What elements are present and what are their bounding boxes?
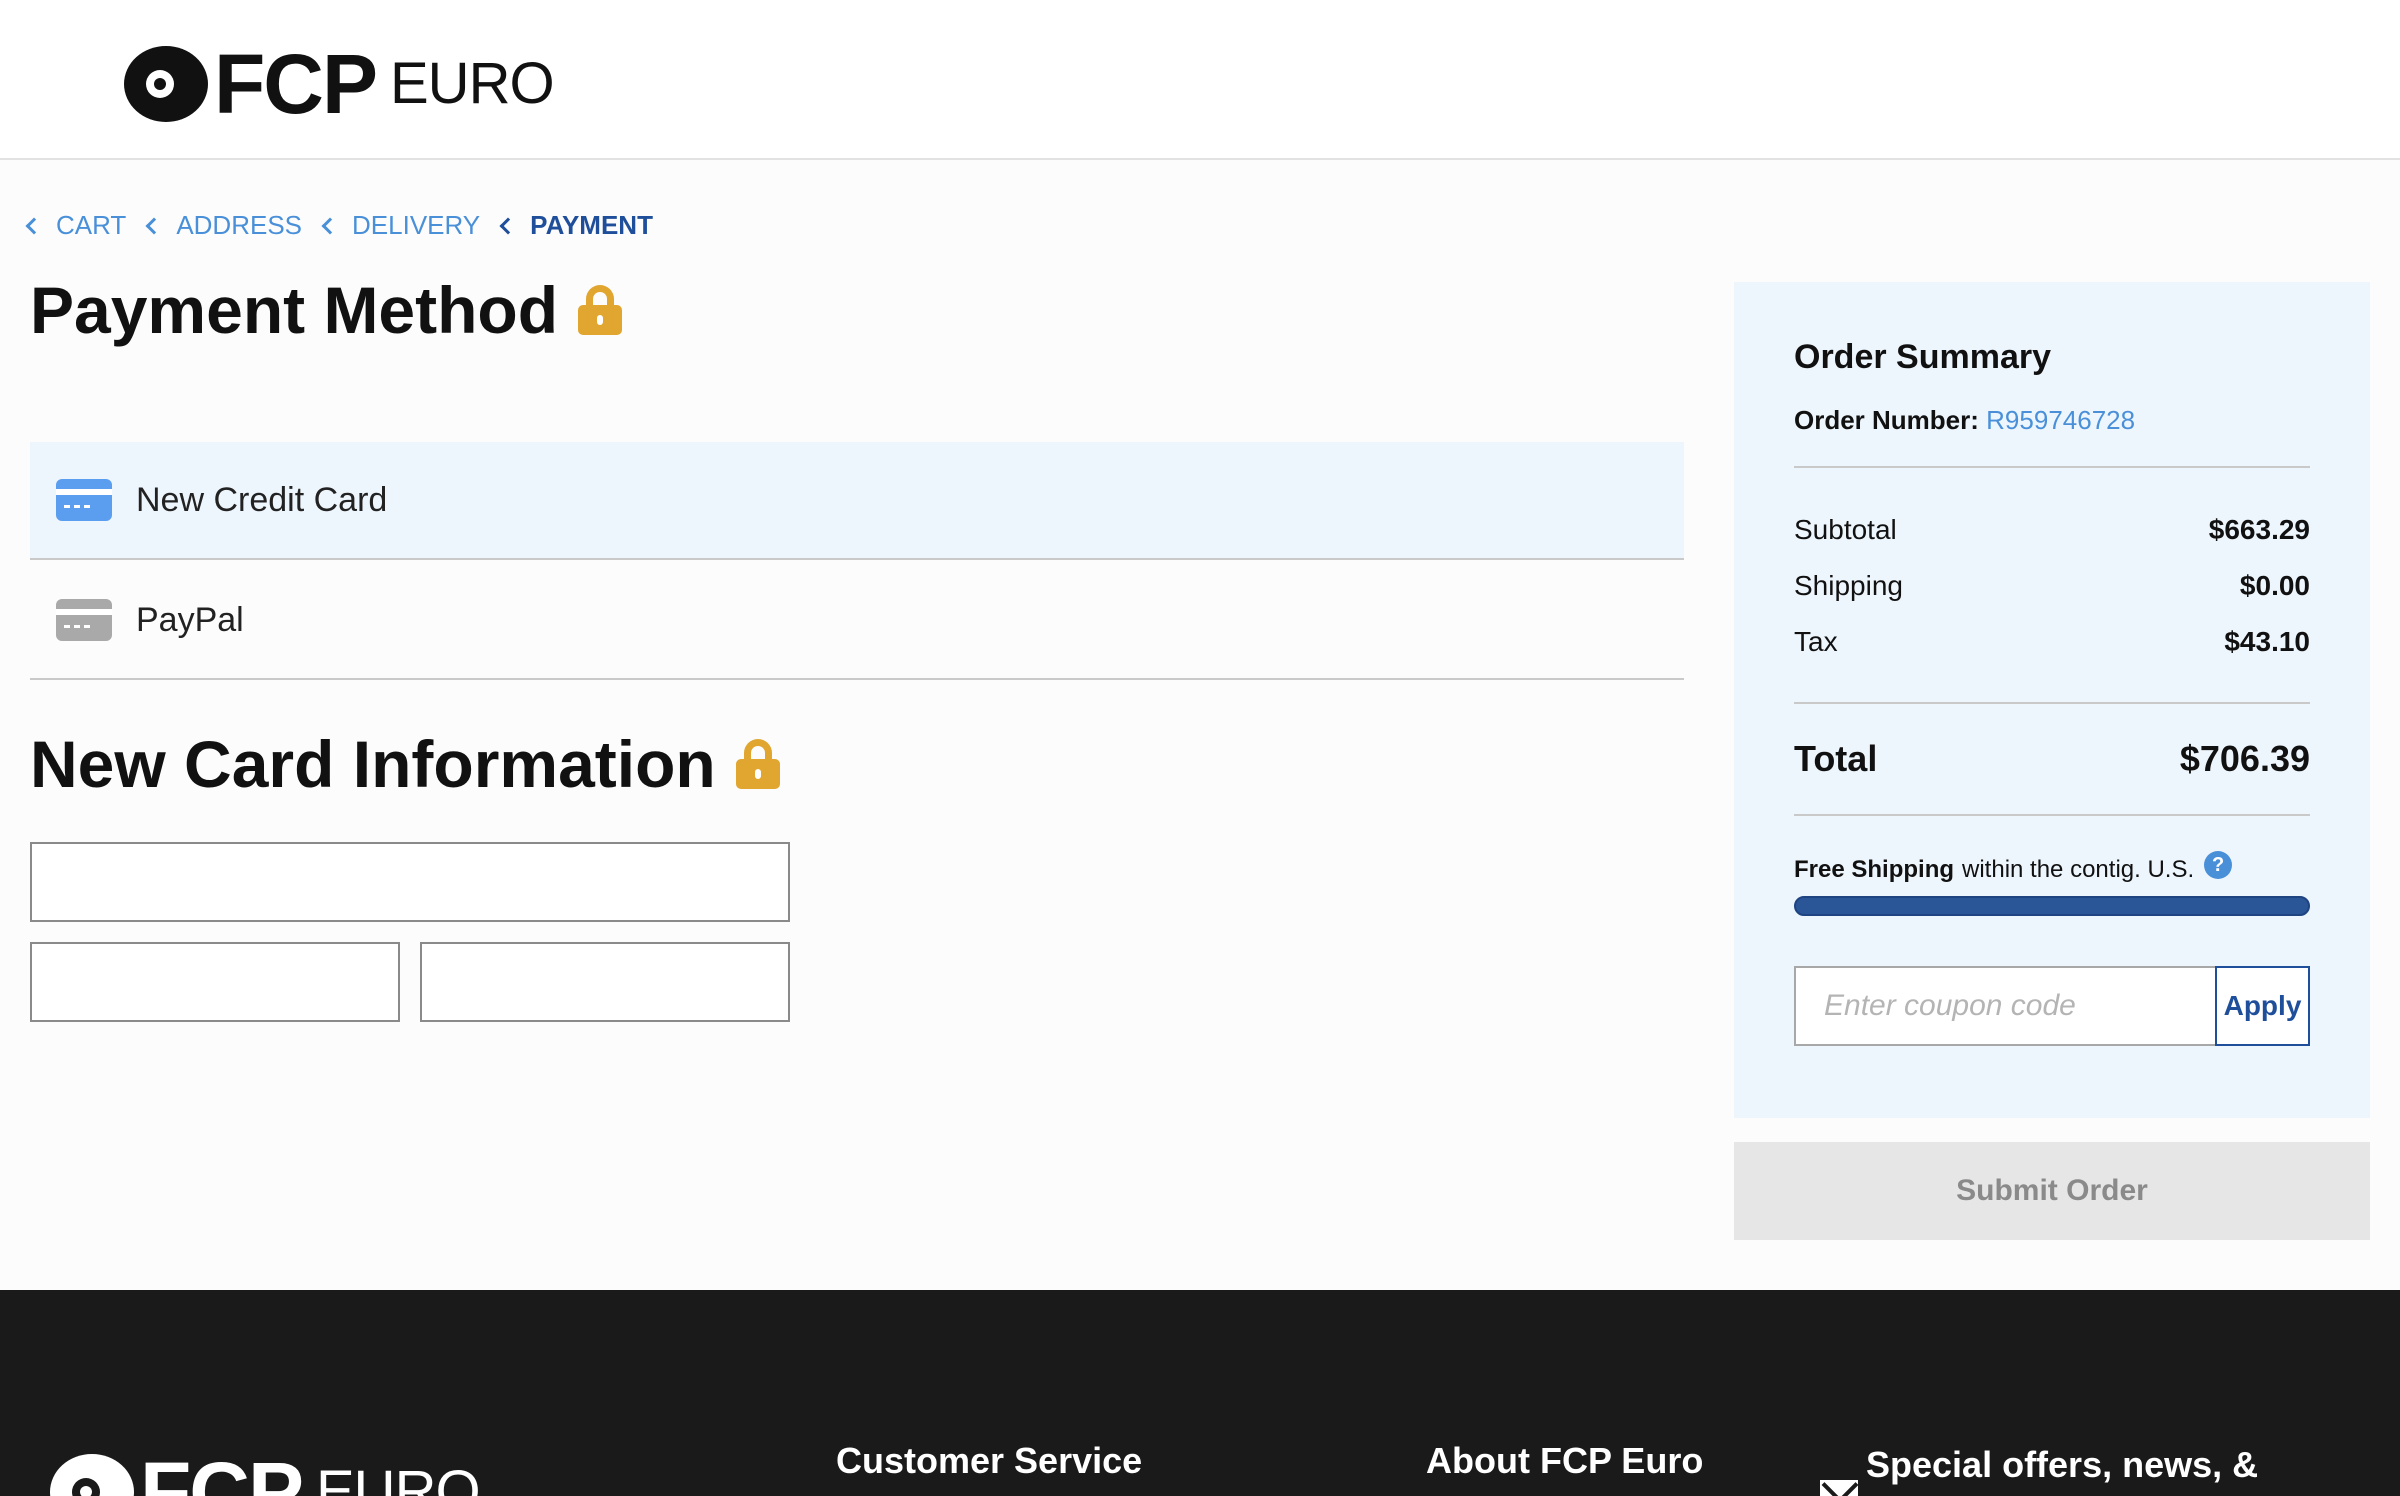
logo-text-main: FCP xyxy=(214,37,378,131)
breadcrumb-label: DELIVERY xyxy=(352,210,481,240)
lock-icon xyxy=(735,739,780,789)
breadcrumb-delivery[interactable]: DELIVERY xyxy=(321,210,481,241)
order-number-value[interactable]: R959746728 xyxy=(1986,405,2135,435)
coupon-input[interactable] xyxy=(1794,966,2215,1046)
order-number: Order Number: R959746728 xyxy=(1794,405,2310,436)
footer-heading-customer-service: Customer Service xyxy=(836,1440,1143,1481)
logo-text-sub: EURO xyxy=(390,51,555,116)
order-number-label: Order Number: xyxy=(1794,405,1979,435)
tax-label: Tax xyxy=(1794,626,1838,657)
payment-option-credit-card[interactable]: New Credit Card xyxy=(30,442,1684,560)
payment-method-heading: Payment Method xyxy=(30,272,623,348)
fcp-euro-logo[interactable]: FCP EURO xyxy=(124,37,555,131)
tax-row: Tax $43.10 xyxy=(1794,626,2310,658)
subtotal-value: $663.29 xyxy=(2208,514,2310,545)
logo-mark-icon xyxy=(124,46,208,122)
shipping-row: Shipping $0.00 xyxy=(1794,570,2310,602)
submit-order-button[interactable]: Submit Order xyxy=(1734,1142,2370,1240)
breadcrumb-payment[interactable]: PAYMENT xyxy=(499,210,653,241)
breadcrumb-label: PAYMENT xyxy=(530,210,653,240)
shipping-label: Shipping xyxy=(1794,570,1903,601)
free-shipping-note: Free Shipping within the contig. U.S. ? xyxy=(1794,851,2310,884)
divider xyxy=(1794,814,2310,816)
card-cvv-field[interactable] xyxy=(420,942,790,1022)
total-label: Total xyxy=(1794,738,1878,779)
divider xyxy=(1794,702,2310,704)
payment-option-label: PayPal xyxy=(136,600,244,639)
divider xyxy=(1794,466,2310,468)
chevron-left-icon xyxy=(25,217,43,235)
credit-card-icon xyxy=(56,479,112,521)
total-value: $706.39 xyxy=(2179,738,2310,779)
apply-coupon-button[interactable]: Apply xyxy=(2215,966,2310,1046)
total-row: Total $706.39 xyxy=(1794,738,2310,780)
breadcrumb: CART ADDRESS DELIVERY PAYMENT xyxy=(25,210,675,241)
chevron-left-icon xyxy=(145,217,163,235)
shipping-value: $0.00 xyxy=(2239,570,2310,601)
order-summary-title: Order Summary xyxy=(1794,338,2051,376)
chevron-left-icon xyxy=(499,217,517,235)
order-summary: Order Summary Order Number: R959746728 S… xyxy=(1734,282,2370,1118)
logo-text-main: FCP xyxy=(140,1445,304,1496)
logo-text-sub: EURO xyxy=(316,1459,481,1496)
tax-value: $43.10 xyxy=(2224,626,2310,657)
breadcrumb-cart[interactable]: CART xyxy=(25,210,127,241)
payment-method-title: Payment Method xyxy=(30,273,559,347)
card-expiry-field[interactable] xyxy=(30,942,400,1022)
footer-heading-about: About FCP Euro xyxy=(1426,1440,1704,1481)
card-info-title: New Card Information xyxy=(30,727,716,801)
mail-icon xyxy=(1820,1480,1858,1496)
footer-logo[interactable]: FCP EURO xyxy=(50,1445,481,1496)
payment-option-label: New Credit Card xyxy=(136,480,388,519)
free-shipping-text: within the contig. U.S. xyxy=(1962,856,2195,883)
breadcrumb-label: CART xyxy=(56,210,127,240)
subtotal-label: Subtotal xyxy=(1794,514,1897,545)
credit-card-icon xyxy=(56,599,112,641)
subtotal-row: Subtotal $663.29 xyxy=(1794,514,2310,546)
free-shipping-bold: Free Shipping xyxy=(1794,856,1955,883)
chevron-left-icon xyxy=(321,217,339,235)
breadcrumb-label: ADDRESS xyxy=(176,210,303,240)
card-number-field[interactable] xyxy=(30,842,790,922)
coupon-form: Apply xyxy=(1794,966,2310,1046)
logo-mark-icon xyxy=(50,1454,134,1496)
footer-heading-offers: Special offers, news, & xyxy=(1866,1444,2259,1485)
help-icon[interactable]: ? xyxy=(2204,851,2233,879)
site-footer: FCP EURO Customer Service About FCP Euro… xyxy=(0,1290,2400,1496)
breadcrumb-address[interactable]: ADDRESS xyxy=(145,210,303,241)
lock-icon xyxy=(578,285,623,335)
free-shipping-progress-bar xyxy=(1794,896,2310,916)
site-header: FCP EURO xyxy=(0,0,2400,160)
card-info-heading: New Card Information xyxy=(30,726,780,802)
payment-option-paypal[interactable]: PayPal xyxy=(30,562,1684,680)
